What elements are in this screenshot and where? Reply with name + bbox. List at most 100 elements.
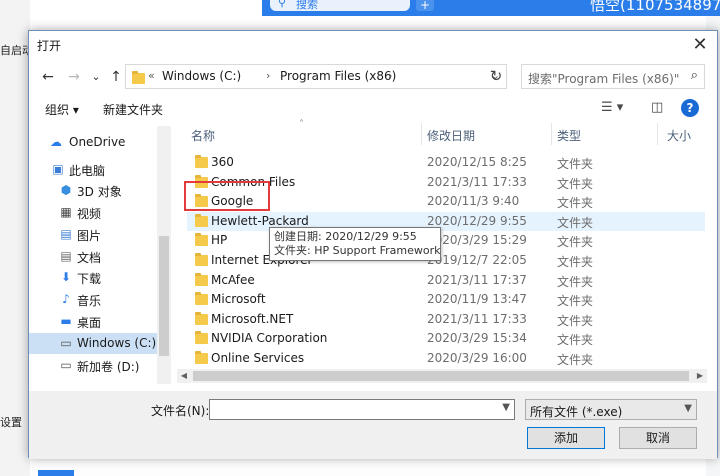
- file-modified: 2020/11/9 13:47: [427, 292, 527, 307]
- file-row[interactable]: NVIDIA Corporation 2020/3/29 15:34 文件夹: [187, 329, 705, 349]
- column-divider[interactable]: [657, 123, 658, 145]
- close-button[interactable]: ✕: [689, 34, 711, 56]
- recent-locations-button[interactable]: ⌄: [87, 67, 105, 87]
- drive-icon: ▭: [60, 358, 72, 372]
- sidebar-item-new-volume-d[interactable]: ▭ 新加卷 (D:): [29, 355, 171, 376]
- file-row[interactable]: 360 2020/12/15 8:25 文件夹: [187, 153, 705, 173]
- background-bottom-button[interactable]: [38, 470, 74, 476]
- file-type-filter[interactable]: 所有文件 (*.exe) ▼: [525, 399, 697, 420]
- sidebar-item-videos[interactable]: ▦ 视频: [29, 202, 171, 223]
- horizontal-scrollbar[interactable]: ◀ ▶: [177, 369, 707, 383]
- background-search[interactable]: [270, 0, 410, 11]
- background-title: 悟空(1107534897: [590, 0, 720, 14]
- drive-icon: ▭: [60, 336, 72, 350]
- sidebar-item-label: 视频: [77, 207, 102, 221]
- file-type: 文件夹: [557, 353, 594, 367]
- breadcrumb-program-files-x86[interactable]: Program Files (x86): [280, 69, 396, 83]
- sidebar-item-label: Windows (C:): [77, 336, 157, 350]
- sidebar-item-downloads[interactable]: ⬇ 下载: [29, 267, 171, 288]
- file-modified: 2021/3/11 17:37: [427, 272, 527, 287]
- sidebar-item-windows-c[interactable]: ▭ Windows (C:): [29, 333, 171, 354]
- file-row[interactable]: Microsoft 2020/11/9 13:47 文件夹: [187, 290, 705, 310]
- breadcrumb-separator[interactable]: ›: [388, 69, 392, 82]
- file-row[interactable]: Microsoft.NET 2021/3/11 17:33 文件夹: [187, 310, 705, 330]
- search-icon: ⚲: [278, 0, 287, 9]
- folder-icon: [195, 351, 208, 364]
- sidebar-item-label: 文档: [77, 251, 102, 265]
- folder-icon: [195, 292, 208, 306]
- add-button[interactable]: 添加: [527, 427, 605, 449]
- back-button[interactable]: ←: [39, 67, 57, 87]
- sort-ascending-icon: ˄: [299, 119, 304, 130]
- sidebar-item-label: OneDrive: [69, 135, 126, 149]
- file-type: 文件夹: [557, 235, 594, 250]
- sidebar-item-onedrive[interactable]: ☁ OneDrive: [29, 132, 171, 153]
- column-divider[interactable]: [551, 123, 552, 145]
- scroll-right-icon[interactable]: ▶: [693, 369, 707, 383]
- file-type: 文件夹: [557, 215, 594, 230]
- command-toolbar: 组织 ▾ 新建文件夹 ☰ ▾ ◫ ?: [29, 95, 717, 123]
- file-name: Microsoft: [211, 292, 266, 307]
- add-button[interactable]: +: [416, 0, 434, 11]
- address-overflow[interactable]: «: [148, 69, 155, 82]
- file-type: 文件夹: [557, 274, 594, 289]
- picture-icon: ▤: [60, 227, 72, 241]
- tooltip-created-date: 创建日期: 2020/12/29 9:55: [274, 230, 417, 243]
- sidebar-item-label: 桌面: [77, 316, 102, 330]
- file-modified: 2021/3/11 17:33: [427, 174, 527, 189]
- file-type: 文件夹: [557, 255, 594, 269]
- file-list: ˄ 名称 修改日期 类型 大小 360 2020/12/15 8:25 文件夹 …: [177, 119, 717, 385]
- sidebar-item-this-pc[interactable]: ▣ 此电脑: [29, 159, 171, 180]
- sidebar-item-pictures[interactable]: ▤ 图片: [29, 224, 171, 245]
- sidebar-item-3d-objects[interactable]: ⬢ 3D 对象: [29, 180, 171, 201]
- chevron-down-icon[interactable]: ▼: [502, 402, 510, 413]
- file-name: Microsoft.NET: [211, 311, 294, 326]
- cancel-button[interactable]: 取消: [619, 427, 697, 449]
- file-row[interactable]: HP 2020/3/29 15:29 文件夹: [187, 231, 705, 251]
- breadcrumb-separator[interactable]: ›: [266, 69, 270, 82]
- address-bar[interactable]: « Windows (C:) › Program Files (x86) › ⌄: [125, 64, 507, 89]
- search-icon: ⌕: [690, 68, 698, 83]
- filename-field[interactable]: ▼: [209, 399, 515, 420]
- sidebar-item-documents[interactable]: ▤ 文档: [29, 246, 171, 267]
- column-header-size[interactable]: 大小: [667, 127, 691, 144]
- file-modified: 2020/3/29 15:29: [427, 233, 527, 248]
- refresh-button[interactable]: ↻: [483, 64, 509, 89]
- file-type: 文件夹: [557, 196, 594, 211]
- file-row[interactable]: McAfee 2021/3/11 17:37 文件夹: [187, 271, 705, 291]
- forward-button[interactable]: →: [65, 67, 83, 87]
- breadcrumb-windows-c[interactable]: Windows (C:): [162, 69, 241, 83]
- view-list-icon[interactable]: ☰ ▾: [601, 100, 623, 115]
- help-icon[interactable]: ?: [681, 99, 699, 117]
- file-name: Hewlett-Packard: [211, 213, 309, 228]
- file-row[interactable]: Online Services 2020/3/29 16:00 文件夹: [187, 349, 705, 369]
- file-modified: 2020/3/29 15:34: [427, 331, 527, 346]
- dialog-titlebar: 打开 ✕: [29, 31, 717, 59]
- column-header-modified[interactable]: 修改日期: [427, 127, 475, 144]
- search-input[interactable]: 搜索"Program Files (x86)" ⌕: [521, 64, 705, 89]
- document-icon: ▤: [60, 249, 72, 263]
- file-row[interactable]: Internet Explorer 2019/12/7 22:05 文件夹: [187, 251, 705, 271]
- chevron-down-icon[interactable]: ▼: [684, 403, 692, 414]
- file-name: Online Services: [211, 351, 305, 365]
- column-header-name[interactable]: 名称: [191, 127, 215, 144]
- background-app-left: [0, 0, 30, 476]
- file-modified: 2020/12/15 8:25: [427, 155, 527, 169]
- file-type: 文件夹: [557, 294, 594, 309]
- organize-menu[interactable]: 组织 ▾: [45, 101, 79, 118]
- sidebar-scrollbar-thumb[interactable]: [159, 236, 169, 356]
- file-tooltip: 创建日期: 2020/12/29 9:55 文件夹: HP Support Fr…: [269, 227, 441, 261]
- scroll-left-icon[interactable]: ◀: [177, 369, 191, 383]
- search-placeholder: 搜索"Program Files (x86)": [528, 72, 680, 86]
- sidebar-item-desktop[interactable]: ▬ 桌面: [29, 311, 171, 332]
- sidebar-item-music[interactable]: ♪ 音乐: [29, 289, 171, 310]
- file-row[interactable]: Hewlett-Packard 2020/12/29 9:55 文件夹: [187, 211, 705, 232]
- background-search-label: 搜索: [296, 0, 318, 11]
- up-button[interactable]: ↑: [107, 67, 125, 87]
- tooltip-folder-contents: 文件夹: HP Support Framework: [274, 244, 441, 257]
- preview-pane-icon[interactable]: ◫: [651, 100, 663, 115]
- column-header-type[interactable]: 类型: [557, 127, 581, 144]
- new-folder-button[interactable]: 新建文件夹: [103, 101, 163, 118]
- column-divider[interactable]: [421, 123, 422, 145]
- horizontal-scrollbar-thumb[interactable]: [193, 371, 689, 381]
